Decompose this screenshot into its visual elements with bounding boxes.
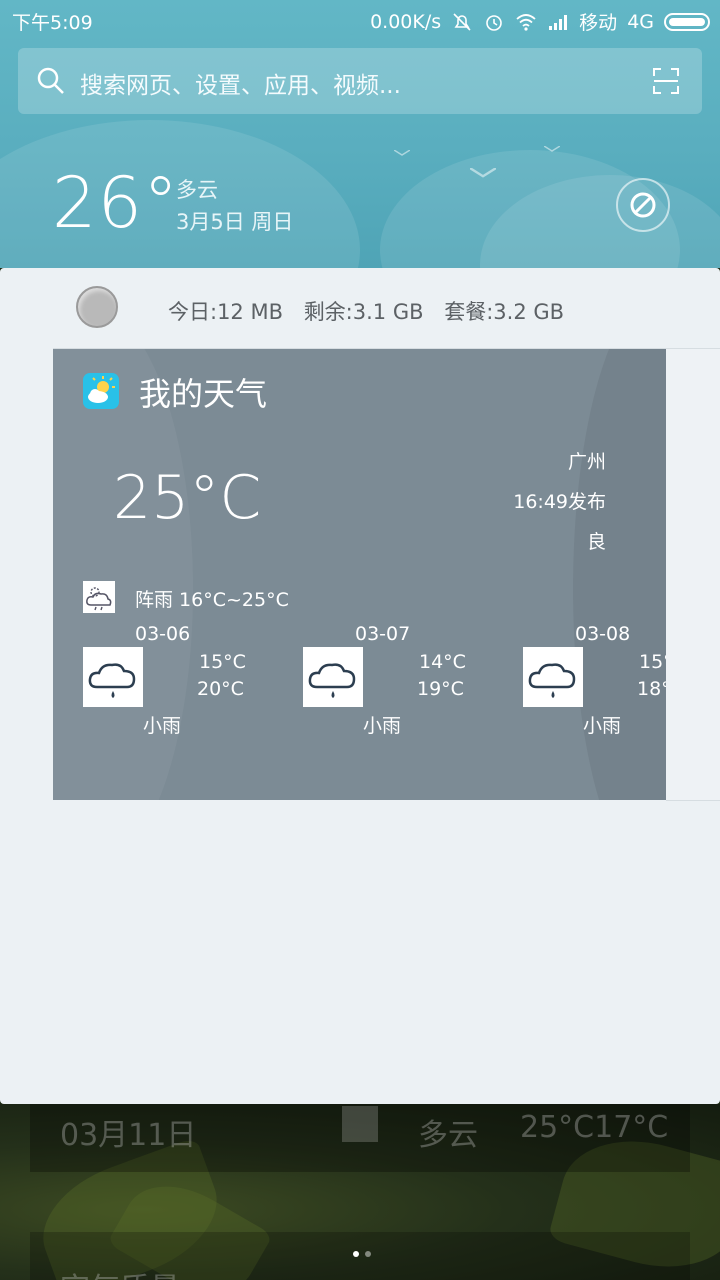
widget-city: 广州 [567, 451, 606, 473]
widget-temperature: 25°C [113, 463, 262, 533]
home-background: 03月11日 多云 25°C17°C 空气质量 [0, 1104, 720, 1280]
data-remaining: 剩余:3.1 GB [303, 300, 424, 324]
data-plan: 套餐:3.2 GB [444, 300, 565, 324]
bird-icon [470, 168, 496, 178]
data-usage-row[interactable]: 今日:12 MB 剩余:3.1 GB 套餐:3.2 GB [0, 268, 720, 348]
cloud-icon [342, 1106, 378, 1142]
forecast-low: 15°C [199, 651, 246, 673]
sun-cloud-icon [88, 376, 115, 403]
disable-button[interactable] [616, 178, 670, 232]
forecast-date: 03-07 [355, 623, 411, 645]
search-input[interactable]: 搜索网页、设置、应用、视频... [80, 66, 401, 100]
scan-icon[interactable] [652, 67, 680, 95]
forecast-high: 19°C [417, 678, 464, 700]
page-dot-active [353, 1251, 359, 1257]
weather-header: 下午5:09 0.00K/s 移动 4G 搜索网页、设置、应用、视频... 26… [0, 0, 720, 268]
forecast-high: 18° [637, 678, 666, 700]
bg-forecast-temps: 25°C17°C [520, 1110, 669, 1145]
forecast-low: 15° [639, 651, 666, 673]
bg-forecast-condition: 多云 [418, 1118, 478, 1153]
next-widget-edge [666, 349, 720, 801]
signal-icon [549, 14, 568, 30]
current-condition: 多云 [176, 178, 218, 202]
forecast-day: 03-06 15°C 20°C 小雨 [83, 623, 303, 743]
forecast-condition: 小雨 [363, 715, 402, 737]
forecast-date: 03-08 [575, 623, 631, 645]
today-summary: 阵雨 16°C~25°C [135, 589, 289, 611]
rain-cloud-icon [523, 647, 583, 707]
status-bar: 下午5:09 0.00K/s 移动 4G [0, 0, 720, 40]
wifi-icon [516, 13, 536, 31]
current-temperature: 26° [52, 162, 180, 244]
data-today: 今日:12 MB [168, 300, 283, 324]
search-bar[interactable]: 搜索网页、设置、应用、视频... [18, 48, 702, 114]
forecast-low: 14°C [419, 651, 466, 673]
battery-icon [664, 12, 710, 31]
widget-air-quality: 良 [586, 531, 606, 553]
mute-bell-icon [453, 12, 471, 31]
background-forecast-row: 03月11日 多云 25°C17°C [30, 1104, 690, 1172]
forecast-date: 03-06 [135, 623, 191, 645]
forecast-condition: 小雨 [143, 715, 182, 737]
weather-app-icon [83, 373, 119, 409]
network-speed: 0.00K/s [370, 10, 442, 33]
status-time: 下午5:09 [12, 12, 93, 34]
bg-forecast-date: 03月11日 [60, 1118, 197, 1153]
forecast-day: 03-07 14°C 19°C 小雨 [303, 623, 523, 743]
network-type: 4G [627, 10, 654, 33]
widget-publish-time: 16:49发布 [513, 491, 606, 513]
search-icon [37, 67, 64, 94]
bg-air-quality-label: 空气质量 [60, 1264, 180, 1280]
rain-cloud-icon [303, 647, 363, 707]
widget-title: 我的天气 [139, 375, 268, 413]
rain-cloud-icon [83, 647, 143, 707]
forecast-condition: 小雨 [583, 715, 622, 737]
bird-icon [544, 146, 560, 152]
page-indicator [350, 1242, 374, 1261]
forecast-day: 03-08 15° 18° 小雨 [523, 623, 666, 743]
forecast-high: 20°C [197, 678, 244, 700]
alarm-clock-icon [486, 14, 502, 31]
carrier-name: 移动 [579, 12, 618, 34]
bird-icon [394, 150, 410, 156]
weather-widget[interactable]: 我的天气 25°C 广州 16:49发布 良 阵雨 16°C~25°C 03-0… [53, 349, 666, 800]
shower-icon [83, 581, 115, 613]
current-date: 3月5日 周日 [176, 210, 294, 234]
widget-panel: 今日:12 MB 剩余:3.1 GB 套餐:3.2 GB 我的天气 25°C 广… [0, 268, 720, 1104]
page-dot [365, 1251, 371, 1257]
forbidden-icon [630, 192, 656, 218]
data-usage-ball-icon [76, 286, 118, 328]
